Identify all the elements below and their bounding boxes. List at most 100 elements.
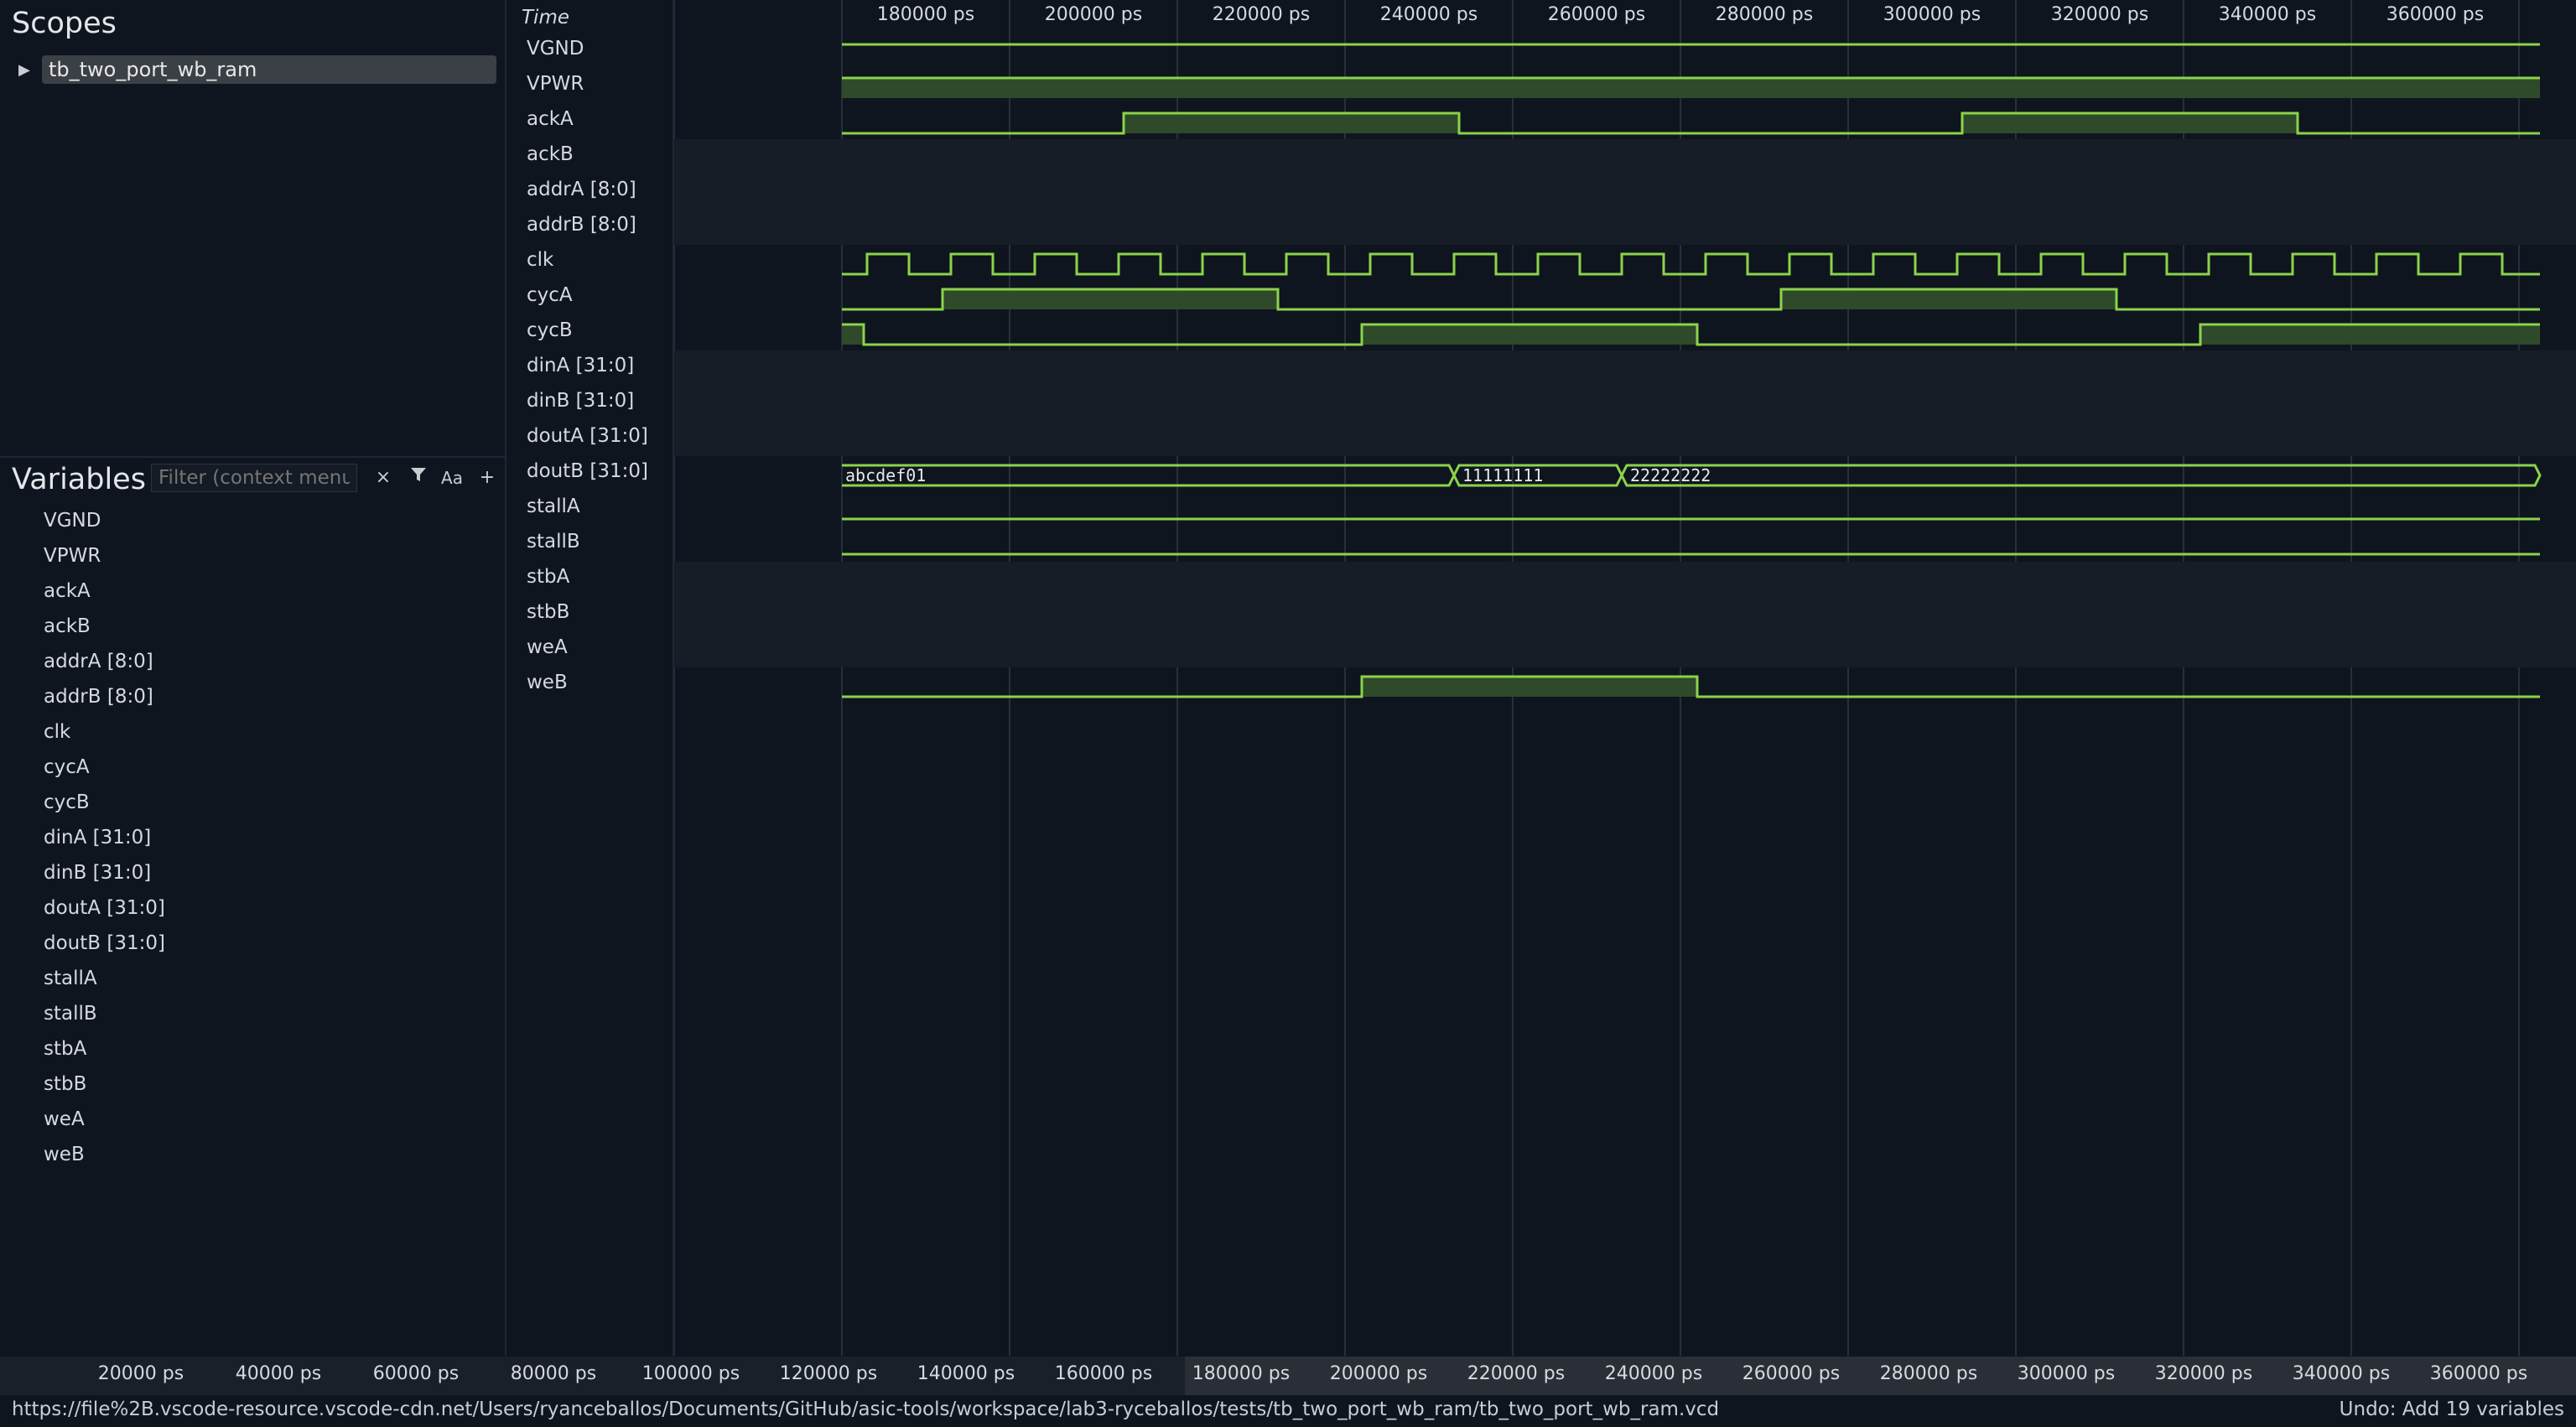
time-tick-label: 200000 ps (1045, 4, 1142, 25)
timeline-tick-label: 320000 ps (2154, 1363, 2253, 1384)
signal-name[interactable]: addrB [8:0] (527, 214, 636, 236)
variable-item[interactable]: clk (44, 721, 70, 743)
variables-title: Variables (12, 463, 146, 496)
time-tick-label: 280000 ps (1716, 4, 1813, 25)
variable-item[interactable]: doutA [31:0] (44, 897, 165, 919)
timeline-tick-label: 360000 ps (2429, 1363, 2528, 1384)
signal-name[interactable]: stallB (527, 531, 580, 553)
variable-item[interactable]: cycA (44, 756, 90, 778)
row-highlight (674, 562, 2576, 597)
timeline-tick-label: 140000 ps (917, 1363, 1015, 1384)
signal-name[interactable]: addrA [8:0] (527, 179, 636, 200)
timeline-tick-label: 120000 ps (779, 1363, 878, 1384)
row-highlight (674, 139, 2576, 174)
variable-item[interactable]: doutB [31:0] (44, 932, 165, 954)
signal-high-fill (2200, 324, 2540, 345)
row-highlight (674, 350, 2576, 386)
timeline-tick-label: 200000 ps (1329, 1363, 1428, 1384)
signal-high-fill (943, 289, 1278, 309)
timeline-tick-label: 300000 ps (2017, 1363, 2116, 1384)
time-tick-label: 360000 ps (2386, 4, 2484, 25)
bus-segment (842, 464, 1456, 487)
variable-item[interactable]: stallB (44, 1003, 97, 1025)
signal-name[interactable]: cycA (527, 284, 573, 306)
signal-name[interactable]: clk (527, 249, 553, 271)
signal-high-fill (1962, 113, 2298, 133)
signal-high-fill (1781, 289, 2116, 309)
variables-filter-field[interactable] (151, 464, 357, 492)
signal-name[interactable]: stbB (527, 601, 569, 623)
time-tick-label: 300000 ps (1883, 4, 1981, 25)
variable-item[interactable]: stallA (44, 968, 97, 989)
scope-tree-item-label[interactable]: tb_two_port_wb_ram (49, 58, 257, 81)
expand-arrow-icon[interactable]: ▶ (18, 61, 30, 79)
signal-name[interactable]: ackA (527, 108, 574, 130)
variable-item[interactable]: dinB [31:0] (44, 862, 151, 884)
filter-icon[interactable] (406, 465, 431, 490)
variable-item[interactable]: VPWR (44, 545, 101, 567)
timeline-tick-label: 180000 ps (1192, 1363, 1291, 1384)
variables-filter-input[interactable] (152, 464, 356, 491)
variable-item[interactable]: cycB (44, 791, 90, 813)
signal-wave-fill (842, 78, 2540, 98)
clear-filter-icon[interactable]: × (371, 465, 396, 490)
scopes-title: Scopes (12, 7, 117, 40)
time-tick-label: 340000 ps (2219, 4, 2316, 25)
signal-name[interactable]: ackB (527, 143, 574, 165)
signal-name[interactable]: stallA (527, 496, 580, 517)
variable-item[interactable]: VGND (44, 510, 101, 532)
signal-wave-clk (842, 252, 2540, 276)
signal-name[interactable]: VPWR (527, 73, 584, 95)
timeline-tick-label: 340000 ps (2292, 1363, 2391, 1384)
bus-value-label: 11111111 (1462, 465, 1543, 485)
timeline-tick-label: 80000 ps (510, 1363, 597, 1384)
timeline-tick-label: 280000 ps (1879, 1363, 1978, 1384)
time-header: Time (522, 7, 569, 29)
time-tick-label: 220000 ps (1213, 4, 1310, 25)
signal-name[interactable]: stbA (527, 566, 569, 588)
signal-name[interactable]: weB (527, 672, 568, 693)
variable-item[interactable]: ackA (44, 580, 91, 602)
row-highlight (674, 386, 2576, 421)
timeline-tick-label: 60000 ps (372, 1363, 460, 1384)
row-highlight (674, 421, 2576, 456)
signal-name[interactable]: VGND (527, 38, 584, 60)
timeline-tick-label: 20000 ps (97, 1363, 184, 1384)
signal-name[interactable]: dinA [31:0] (527, 355, 634, 376)
bus-value-label: abcdef01 (845, 465, 926, 485)
timeline-tick-label: 40000 ps (235, 1363, 322, 1384)
signal-name[interactable]: doutB [31:0] (527, 460, 648, 482)
variable-item[interactable]: dinA [31:0] (44, 827, 151, 848)
signal-high-fill (1124, 113, 1459, 133)
variable-item[interactable]: ackB (44, 615, 91, 637)
divider (0, 456, 505, 458)
time-tick-label: 320000 ps (2051, 4, 2148, 25)
signal-high-fill (1362, 324, 1697, 345)
signal-name[interactable]: cycB (527, 319, 573, 341)
add-icon[interactable]: + (475, 465, 500, 490)
variable-item[interactable]: stbB (44, 1073, 86, 1095)
bus-segment (1620, 464, 2542, 487)
signal-name[interactable]: dinB [31:0] (527, 390, 634, 412)
signal-high-fill (842, 324, 864, 345)
variable-item[interactable]: addrA [8:0] (44, 651, 153, 672)
row-highlight (674, 174, 2576, 210)
time-tick-label: 180000 ps (877, 4, 974, 25)
status-file-path: https://file%2B.vscode-resource.vscode-c… (12, 1398, 1720, 1420)
row-highlight (674, 597, 2576, 632)
variable-item[interactable]: addrB [8:0] (44, 686, 153, 708)
variable-item[interactable]: weB (44, 1144, 85, 1165)
timeline-tick-label: 160000 ps (1054, 1363, 1153, 1384)
variable-item[interactable]: stbA (44, 1038, 86, 1060)
match-case-icon[interactable]: Aa (439, 465, 465, 490)
timeline-tick-label: 260000 ps (1742, 1363, 1841, 1384)
time-tick-label: 240000 ps (1380, 4, 1478, 25)
timeline-tick-label: 240000 ps (1604, 1363, 1703, 1384)
bus-value-label: 22222222 (1630, 465, 1711, 485)
timeline-tick-label: 220000 ps (1467, 1363, 1566, 1384)
signal-high-fill (1362, 677, 1697, 697)
signal-name[interactable]: weA (527, 636, 568, 658)
row-highlight (674, 632, 2576, 667)
variable-item[interactable]: weA (44, 1108, 85, 1130)
signal-name[interactable]: doutA [31:0] (527, 425, 648, 447)
